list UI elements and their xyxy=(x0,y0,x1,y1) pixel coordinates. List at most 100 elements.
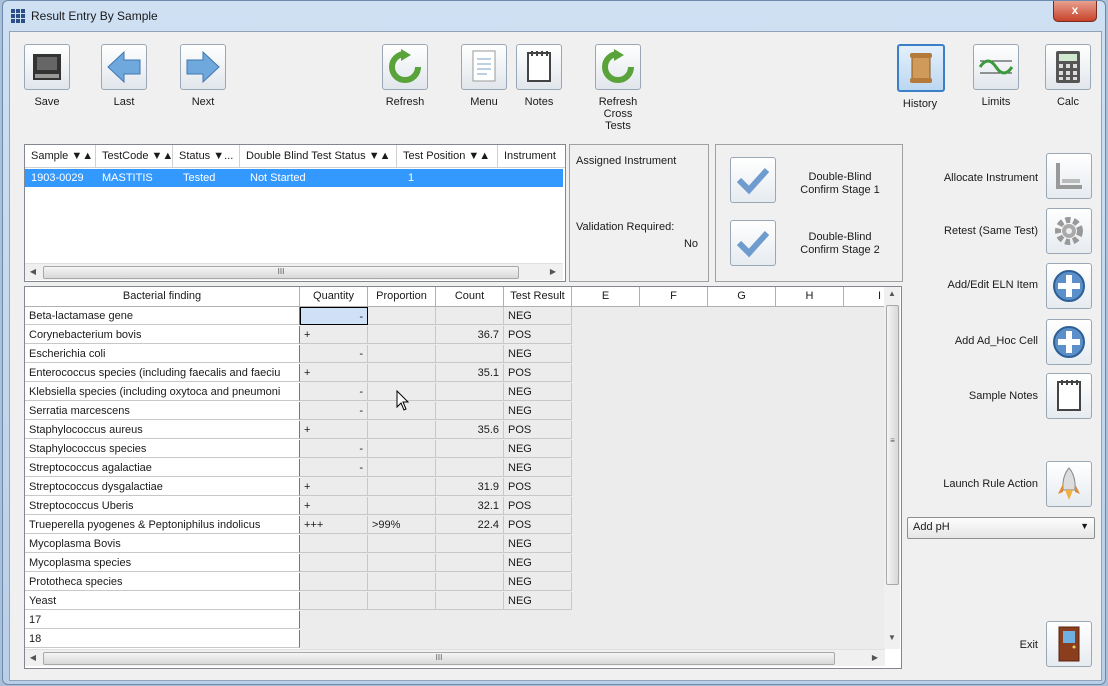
cell-quantity[interactable]: - xyxy=(300,307,368,325)
notes-button[interactable]: Notes xyxy=(516,44,562,108)
table-row[interactable]: Streptococcus dysgalactiae +31.9 POS xyxy=(25,478,572,497)
calc-button[interactable]: Calc xyxy=(1045,44,1091,108)
cell-proportion[interactable] xyxy=(368,592,436,610)
cell-test-result[interactable]: NEG xyxy=(504,383,572,401)
cell-count[interactable] xyxy=(436,459,504,477)
cell-test-result[interactable]: POS xyxy=(504,497,572,515)
cell-proportion[interactable] xyxy=(368,364,436,382)
table-row[interactable]: Staphylococcus aureus +35.6 POS xyxy=(25,421,572,440)
cell-quantity[interactable]: - xyxy=(300,459,368,477)
col-f[interactable]: F xyxy=(640,287,708,306)
col-testposition-header[interactable]: Test Position ▼▲ xyxy=(397,145,498,167)
cell-test-result[interactable]: POS xyxy=(504,516,572,534)
cell-quantity[interactable]: + xyxy=(300,364,368,382)
cell-quantity[interactable]: - xyxy=(300,440,368,458)
history-button[interactable]: History xyxy=(897,44,945,110)
exit-button[interactable] xyxy=(1046,621,1092,667)
scroll-up-icon[interactable]: ▲ xyxy=(888,289,896,298)
result-grid-vscrollbar[interactable]: ▲ ≡ ▼ xyxy=(884,287,900,649)
close-button[interactable]: x xyxy=(1053,1,1097,22)
cell-test-result[interactable]: POS xyxy=(504,421,572,439)
cell-test-result[interactable]: NEG xyxy=(504,345,572,363)
col-test-result[interactable]: Test Result xyxy=(504,287,572,306)
col-bacterial-finding[interactable]: Bacterial finding xyxy=(25,287,300,306)
cell-quantity[interactable]: - xyxy=(300,383,368,401)
scroll-thumb[interactable]: III xyxy=(43,652,835,665)
cell-quantity[interactable]: + xyxy=(300,421,368,439)
table-row[interactable]: Klebsiella species (including oxytoca an… xyxy=(25,383,572,402)
table-row[interactable]: Prototheca species NEG xyxy=(25,573,572,592)
cell-count[interactable]: 22.4 xyxy=(436,516,504,534)
retest-button[interactable] xyxy=(1046,208,1092,254)
col-count[interactable]: Count xyxy=(436,287,504,306)
add-eln-button[interactable] xyxy=(1046,263,1092,309)
col-sample-header[interactable]: Sample ▼▲ xyxy=(25,145,96,167)
cell-proportion[interactable] xyxy=(368,478,436,496)
cell-proportion[interactable] xyxy=(368,459,436,477)
refresh-button[interactable]: Refresh xyxy=(382,44,428,108)
scroll-right-icon[interactable]: ▶ xyxy=(867,650,883,666)
result-grid-hscrollbar[interactable]: ◀ III ▶ xyxy=(25,649,885,666)
cell-count[interactable] xyxy=(436,345,504,363)
cell-count[interactable]: 32.1 xyxy=(436,497,504,515)
table-row[interactable]: Corynebacterium bovis +36.7 POS xyxy=(25,326,572,345)
cell-proportion[interactable] xyxy=(368,554,436,572)
cell-quantity[interactable] xyxy=(300,592,368,610)
cell-count[interactable] xyxy=(436,383,504,401)
table-row[interactable]: Yeast NEG xyxy=(25,592,572,611)
table-row[interactable]: Streptococcus agalactiae - NEG xyxy=(25,459,572,478)
col-dbstatus-header[interactable]: Double Blind Test Status ▼▲ xyxy=(240,145,397,167)
cell-proportion[interactable] xyxy=(368,440,436,458)
table-row[interactable]: Beta-lactamase gene - NEG xyxy=(25,307,572,326)
sample-grid[interactable]: Sample ▼▲ TestCode ▼▲ Status ▼... Double… xyxy=(24,144,566,282)
menu-button[interactable]: Menu xyxy=(461,44,507,108)
cell-proportion[interactable] xyxy=(368,497,436,515)
launch-rule-button[interactable] xyxy=(1046,461,1092,507)
table-row[interactable]: Streptococcus Uberis +32.1 POS xyxy=(25,497,572,516)
vscroll-thumb[interactable]: ≡ xyxy=(886,305,899,585)
cell-test-result[interactable]: NEG xyxy=(504,440,572,458)
sample-grid-hscrollbar[interactable]: ◀ III ▶ xyxy=(25,263,563,280)
scroll-right-icon[interactable]: ▶ xyxy=(545,264,561,280)
table-row[interactable]: Mycoplasma species NEG xyxy=(25,554,572,573)
cell-count[interactable]: 35.1 xyxy=(436,364,504,382)
cell-test-result[interactable]: NEG xyxy=(504,307,572,325)
col-status-header[interactable]: Status ▼... xyxy=(173,145,240,167)
cell-count[interactable]: 31.9 xyxy=(436,478,504,496)
cell-proportion[interactable] xyxy=(368,307,436,325)
cell-test-result[interactable]: NEG xyxy=(504,459,572,477)
scroll-thumb[interactable]: III xyxy=(43,266,519,279)
table-row[interactable]: Trueperella pyogenes & Peptoniphilus ind… xyxy=(25,516,572,535)
cell-count[interactable] xyxy=(436,535,504,553)
scroll-left-icon[interactable]: ◀ xyxy=(25,650,41,666)
refresh-cross-tests-button[interactable]: Refresh Cross Tests xyxy=(595,44,641,132)
cell-quantity[interactable]: - xyxy=(300,345,368,363)
scroll-left-icon[interactable]: ◀ xyxy=(25,264,41,280)
table-row[interactable]: 17 xyxy=(25,611,300,630)
limits-button[interactable]: Limits xyxy=(973,44,1019,108)
cell-proportion[interactable] xyxy=(368,535,436,553)
table-row[interactable]: 18 xyxy=(25,630,300,649)
cell-proportion[interactable] xyxy=(368,326,436,344)
rule-action-select[interactable]: Add pH ▼ xyxy=(907,517,1095,539)
cell-quantity[interactable] xyxy=(300,554,368,572)
cell-proportion[interactable]: >99% xyxy=(368,516,436,534)
cell-quantity[interactable]: + xyxy=(300,326,368,344)
col-instrument-header[interactable]: Instrument xyxy=(498,145,565,167)
cell-quantity[interactable]: + xyxy=(300,478,368,496)
cell-test-result[interactable]: POS xyxy=(504,326,572,344)
col-i[interactable]: I xyxy=(844,287,885,306)
cell-quantity[interactable]: +++ xyxy=(300,516,368,534)
cell-proportion[interactable] xyxy=(368,345,436,363)
cell-count[interactable] xyxy=(436,402,504,420)
cell-count[interactable] xyxy=(436,573,504,591)
col-e[interactable]: E xyxy=(572,287,640,306)
cell-test-result[interactable]: POS xyxy=(504,364,572,382)
cell-count[interactable] xyxy=(436,440,504,458)
cell-test-result[interactable]: NEG xyxy=(504,535,572,553)
cell-count[interactable] xyxy=(436,307,504,325)
next-button[interactable]: Next xyxy=(180,44,226,108)
cell-test-result[interactable]: NEG xyxy=(504,554,572,572)
cell-proportion[interactable] xyxy=(368,421,436,439)
cell-count[interactable]: 35.6 xyxy=(436,421,504,439)
